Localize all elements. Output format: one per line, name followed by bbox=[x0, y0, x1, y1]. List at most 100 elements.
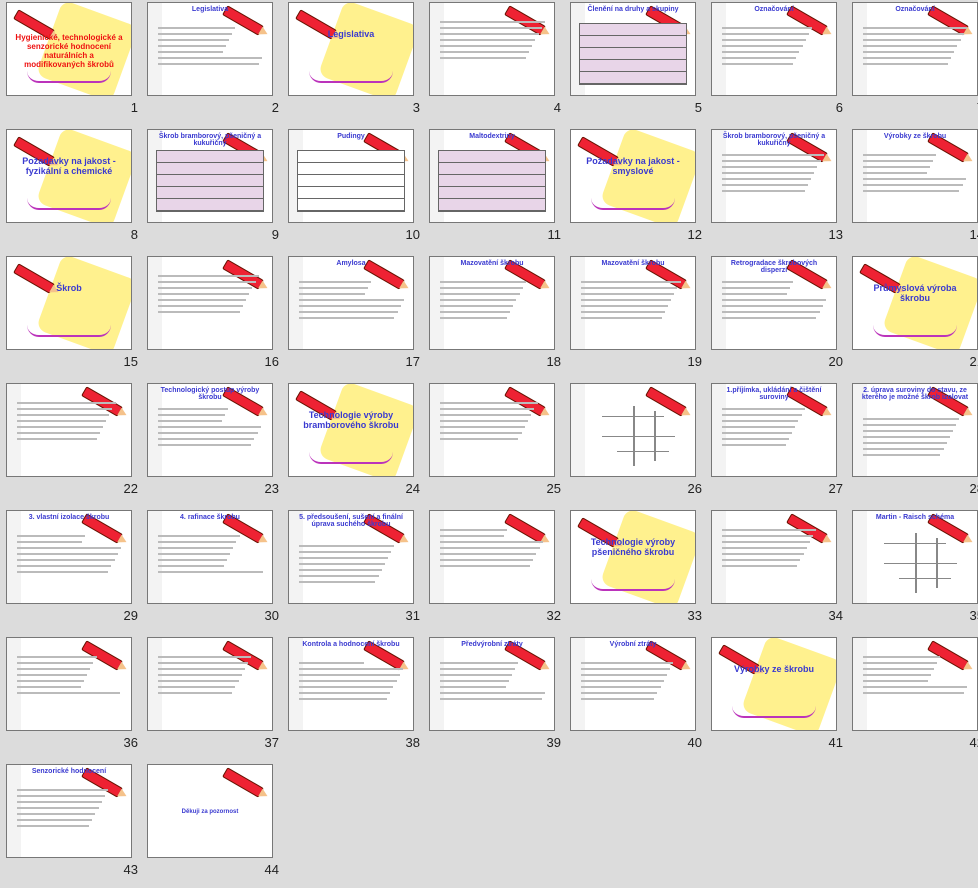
slide-thumbnail[interactable] bbox=[6, 383, 132, 477]
flow-line bbox=[899, 578, 952, 579]
slide-thumbnail[interactable]: Martin - Raisch schéma bbox=[852, 510, 978, 604]
slide-thumbnail[interactable]: Mazovatění škrobu bbox=[570, 256, 696, 350]
slide-thumbnail[interactable]: Označování bbox=[711, 2, 837, 96]
slide-number: 36 bbox=[123, 735, 138, 750]
slide-thumbnail[interactable]: Legislativa bbox=[288, 2, 414, 96]
slide-thumbnail[interactable]: Kontrola a hodnocení škrobu bbox=[288, 637, 414, 731]
slide-thumbnail[interactable]: Členění na druhy a skupiny bbox=[570, 2, 696, 96]
slide-thumbnail[interactable]: Hygienické, technologické a senzorické h… bbox=[6, 2, 132, 96]
slide-thumbnail[interactable]: Senzorické hodnocení bbox=[6, 764, 132, 858]
slide-thumbnail[interactable]: Amylosa bbox=[288, 256, 414, 350]
slide-cell: Označování 6 bbox=[707, 0, 847, 126]
text-line bbox=[863, 448, 944, 450]
decorative-curve bbox=[591, 579, 675, 591]
slide-cell: Předvýrobní ztráty 39 bbox=[425, 635, 565, 761]
slide-number: 5 bbox=[694, 100, 702, 115]
slide-title: Maltodextriny bbox=[469, 133, 515, 140]
text-line bbox=[581, 698, 655, 700]
flow-diagram bbox=[863, 523, 967, 595]
slide-thumbnail[interactable]: Označování bbox=[852, 2, 978, 96]
body-text-lines bbox=[440, 17, 546, 63]
slide-thumbnail[interactable] bbox=[852, 637, 978, 731]
text-line bbox=[299, 551, 392, 553]
slide-number: 26 bbox=[687, 481, 702, 496]
slide-thumbnail[interactable]: 1.příjímka, ukládání a čištění suroviny bbox=[711, 383, 837, 477]
text-line bbox=[299, 569, 382, 571]
slide-thumbnail[interactable]: Pudingy bbox=[288, 129, 414, 223]
text-line bbox=[440, 535, 504, 537]
text-line bbox=[158, 571, 263, 573]
slide-thumbnail[interactable]: Škrob bramborový, pšeničný a kukuřičný bbox=[147, 129, 273, 223]
slide-thumbnail[interactable]: Výrobní ztráty bbox=[570, 637, 696, 731]
slide-thumbnail[interactable] bbox=[429, 510, 555, 604]
slide-thumbnail[interactable]: Požadavky na jakost - fyzikální a chemic… bbox=[6, 129, 132, 223]
slide-cell: 4. rafinace škrobu 30 bbox=[143, 508, 283, 634]
slide-thumbnail[interactable] bbox=[147, 256, 273, 350]
text-line bbox=[158, 559, 227, 561]
text-line bbox=[440, 692, 545, 694]
text-line bbox=[722, 184, 808, 186]
slide-number: 25 bbox=[546, 481, 561, 496]
slide-thumbnail[interactable]: 2. úprava suroviny do stavu, ze kterého … bbox=[852, 383, 978, 477]
slide-thumbnail[interactable]: Maltodextriny bbox=[429, 129, 555, 223]
slide-thumbnail[interactable] bbox=[429, 383, 555, 477]
text-line bbox=[17, 674, 87, 676]
slide-title: 2. úprava suroviny do stavu, ze kterého … bbox=[861, 387, 969, 401]
slide-title: Výrobky ze škrobu bbox=[733, 664, 815, 674]
body-text-lines bbox=[581, 658, 687, 704]
slide-cell: 16 bbox=[143, 254, 283, 380]
text-line bbox=[17, 692, 120, 694]
text-line bbox=[863, 442, 947, 444]
text-line bbox=[158, 553, 231, 555]
body-text-lines bbox=[299, 541, 405, 587]
slide-thumbnail[interactable] bbox=[429, 2, 555, 96]
slide-thumbnail[interactable]: Výrobky ze škrobu bbox=[711, 637, 837, 731]
slide-thumbnail[interactable]: Mazovatění škrobu bbox=[429, 256, 555, 350]
slide-thumbnail[interactable]: Požadavky na jakost - smyslové bbox=[570, 129, 696, 223]
text-line bbox=[863, 674, 931, 676]
slide-thumbnail[interactable] bbox=[147, 637, 273, 731]
slide-thumbnail[interactable]: Průmyslová výroba škrobu bbox=[852, 256, 978, 350]
slide-thumbnail[interactable]: Škrob bramborový, pšeničný a kukuřičný bbox=[711, 129, 837, 223]
text-line bbox=[17, 432, 100, 434]
slide-thumbnail[interactable]: Předvýrobní ztráty bbox=[429, 637, 555, 731]
decorative-curve bbox=[591, 198, 675, 210]
slide-cell: 42 bbox=[848, 635, 978, 761]
slide-thumbnail[interactable]: Retrogradace škrobových disperzí bbox=[711, 256, 837, 350]
text-line bbox=[863, 668, 935, 670]
slide-thumbnail[interactable]: Škrob bbox=[6, 256, 132, 350]
body-text-lines bbox=[722, 525, 828, 571]
text-line bbox=[299, 557, 389, 559]
text-line bbox=[722, 160, 821, 162]
text-line bbox=[440, 402, 538, 404]
text-line bbox=[863, 160, 933, 162]
flow-line bbox=[653, 411, 656, 461]
slide-cell: 36 bbox=[2, 635, 142, 761]
slide-thumbnail[interactable]: Výrobky ze škrobu bbox=[852, 129, 978, 223]
text-line bbox=[440, 432, 522, 434]
text-line bbox=[17, 795, 105, 797]
slide-number: 37 bbox=[264, 735, 279, 750]
text-line bbox=[863, 172, 927, 174]
slide-thumbnail[interactable]: 4. rafinace škrobu bbox=[147, 510, 273, 604]
slide-cell: 26 bbox=[566, 381, 706, 507]
text-line bbox=[581, 287, 678, 289]
slide-title: Výrobní ztráty bbox=[609, 641, 657, 648]
slide-cell: Členění na druhy a skupiny 5 bbox=[566, 0, 706, 126]
slide-thumbnail[interactable]: Technologický postup výroby škrobu bbox=[147, 383, 273, 477]
body-text-lines bbox=[440, 277, 546, 323]
text-line bbox=[863, 430, 954, 432]
slide-thumbnail[interactable]: Legislativa bbox=[147, 2, 273, 96]
slide-thumbnail[interactable]: 5. předsoušení, sušení a finální úprava … bbox=[288, 510, 414, 604]
slide-thumbnail[interactable] bbox=[711, 510, 837, 604]
slide-thumbnail[interactable]: Technologie výroby pšeničného škrobu bbox=[570, 510, 696, 604]
text-line bbox=[440, 39, 536, 41]
slide-thumbnail[interactable]: 3. vlastní izolace škrobu bbox=[6, 510, 132, 604]
slide-thumbnail[interactable] bbox=[6, 637, 132, 731]
slide-number: 35 bbox=[969, 608, 978, 623]
text-line bbox=[299, 281, 372, 283]
slide-thumbnail[interactable]: Děkuji za pozornost bbox=[147, 764, 273, 858]
slide-thumbnail[interactable] bbox=[570, 383, 696, 477]
slide-thumbnail[interactable]: Technologie výroby bramborového škrobu bbox=[288, 383, 414, 477]
text-line bbox=[158, 444, 252, 446]
